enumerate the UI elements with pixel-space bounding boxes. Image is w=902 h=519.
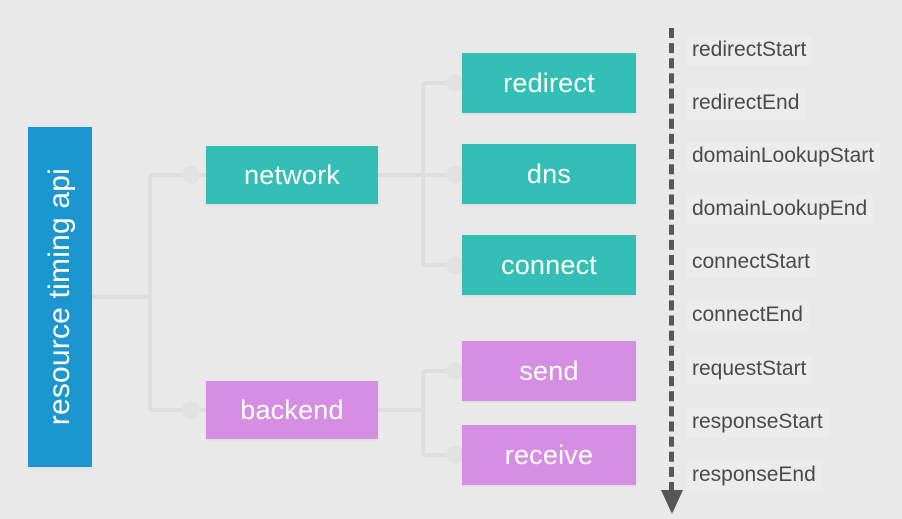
timing-label-responseEnd: responseEnd [686, 461, 822, 491]
node-label-backend: backend [240, 394, 344, 425]
node-label-root: resource timing api [43, 168, 76, 426]
timing-label-responseStart: responseStart [686, 408, 829, 438]
node-dns[interactable]: dns [462, 144, 636, 204]
node-label-dns: dns [526, 158, 572, 189]
timing-label-requestStart: requestStart [686, 355, 813, 385]
connector-dot [182, 166, 200, 184]
node-label-receive: receive [504, 439, 594, 470]
node-receive[interactable]: receive [462, 425, 636, 485]
node-label-send: send [519, 355, 579, 386]
timeline-axis [661, 28, 683, 519]
arrow-down-icon [661, 490, 683, 514]
node-send[interactable]: send [462, 341, 636, 401]
timing-label-redirectEnd: redirectEnd [686, 89, 806, 119]
node-resource-timing-api[interactable]: resource timing api [28, 127, 92, 467]
timing-label-redirectStart: redirectStart [686, 36, 813, 66]
connector-dot [182, 401, 200, 419]
node-backend[interactable]: backend [206, 381, 378, 439]
node-label-connect: connect [501, 249, 597, 280]
node-label-network: network [244, 159, 340, 190]
timing-label-domainLookupStart: domainLookupStart [686, 142, 881, 172]
node-connect[interactable]: connect [462, 235, 636, 295]
node-label-redirect: redirect [503, 67, 595, 98]
node-redirect[interactable]: redirect [462, 53, 636, 113]
timing-label-domainLookupEnd: domainLookupEnd [686, 195, 874, 225]
timing-label-connectStart: connectStart [686, 248, 816, 278]
node-network[interactable]: network [206, 146, 378, 204]
timeline-dashed-line [669, 28, 674, 492]
timing-label-connectEnd: connectEnd [686, 301, 809, 331]
diagram-canvas: resource timing api network backend redi… [0, 0, 902, 519]
